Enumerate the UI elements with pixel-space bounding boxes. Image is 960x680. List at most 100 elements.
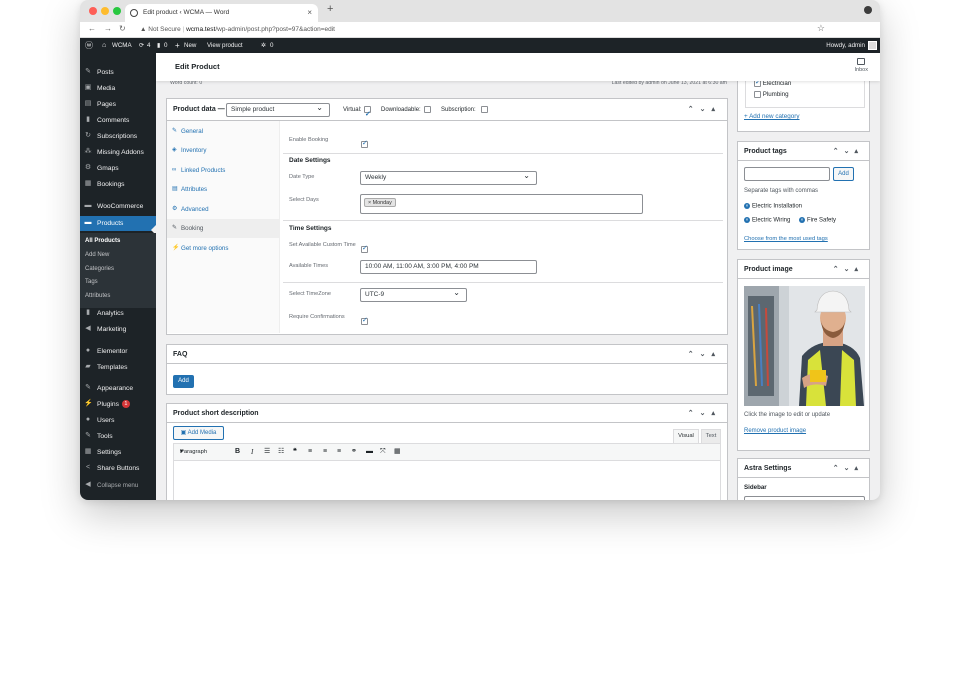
menu-share-buttons[interactable]: < Share Buttons	[80, 461, 156, 476]
short-description-editor[interactable]	[173, 461, 721, 500]
remove-tag-icon[interactable]: ×	[799, 217, 805, 223]
menu-subscriptions[interactable]: ↻ Subscriptions	[80, 129, 156, 144]
tab-linked-products[interactable]: ∞ Linked Products	[167, 161, 280, 180]
panel-controls[interactable]: ⌃⌄▴	[833, 142, 863, 161]
menu-media[interactable]: ▣ Media	[80, 81, 156, 96]
date-type-select[interactable]: Weekly	[360, 170, 537, 185]
howdy-user-link[interactable]: Howdy, admin	[826, 38, 865, 53]
require-confirm-checkbox[interactable]	[361, 313, 368, 331]
minimize-window-icon[interactable]	[101, 7, 109, 15]
downloadable-checkbox[interactable]	[424, 99, 431, 121]
remove-product-image-link[interactable]: Remove product image	[744, 428, 806, 434]
new-content-link[interactable]: New	[184, 38, 196, 53]
menu-settings[interactable]: ▦ Settings	[80, 445, 156, 460]
avatar[interactable]	[868, 41, 877, 50]
updates-icon[interactable]: ⟳	[139, 38, 144, 53]
text-tab[interactable]: Text	[701, 429, 721, 443]
back-arrow-icon[interactable]: ←	[88, 24, 96, 33]
align-left-icon[interactable]: ≡	[308, 444, 312, 460]
italic-icon[interactable]: I	[251, 444, 253, 460]
toolbar-toggle-icon[interactable]: ▦	[394, 444, 401, 460]
address-bar[interactable]: ▲ Not Secure | wcma.test/wp-admin/post.p…	[140, 23, 335, 36]
add-tag-button[interactable]: Add	[833, 167, 854, 181]
close-tab-icon[interactable]: ×	[307, 4, 312, 22]
select-days-field[interactable]: × Monday	[360, 194, 643, 214]
submenu-all-products[interactable]: All Products	[85, 238, 120, 244]
submenu-categories[interactable]: Categories	[85, 266, 114, 272]
menu-bookings[interactable]: ▦ Bookings	[80, 177, 156, 192]
panel-controls[interactable]: ⌃⌄▴	[833, 260, 863, 279]
category-plumbing[interactable]: Plumbing	[754, 91, 789, 98]
enable-booking-checkbox[interactable]	[361, 136, 368, 154]
selected-day-tag[interactable]: × Monday	[364, 198, 396, 207]
menu-analytics[interactable]: ▮ Analytics	[80, 306, 156, 321]
read-more-icon[interactable]: ▬	[366, 444, 373, 460]
tab-general[interactable]: ✎ General	[167, 122, 280, 141]
submenu-add-new[interactable]: Add New	[85, 252, 109, 258]
wordpress-logo-icon[interactable]: ⓦ	[85, 38, 93, 53]
visual-tab[interactable]: Visual	[673, 429, 699, 443]
menu-tools[interactable]: ✎ Tools	[80, 429, 156, 444]
tab-advanced[interactable]: ⚙ Advanced	[167, 200, 280, 219]
submenu-tags[interactable]: Tags	[85, 279, 98, 285]
menu-missing-addons[interactable]: ⁂ Missing Addons	[80, 145, 156, 160]
tab-get-more-options[interactable]: ⚡ Get more options	[167, 239, 280, 258]
maximize-window-icon[interactable]	[113, 7, 121, 15]
choose-most-used-tags-link[interactable]: Choose from the most used tags	[744, 236, 828, 242]
numbered-list-icon[interactable]: ☷	[278, 444, 284, 460]
panel-controls[interactable]: ⌃⌄▴	[688, 404, 721, 423]
menu-posts[interactable]: ✎ Posts	[80, 65, 156, 80]
menu-products[interactable]: ▬ Products	[80, 216, 156, 231]
menu-users[interactable]: ● Users	[80, 413, 156, 428]
tab-booking[interactable]: ✎ Booking	[167, 219, 280, 238]
view-product-link[interactable]: View product	[207, 38, 243, 53]
faq-add-button[interactable]: Add	[173, 375, 194, 388]
browser-tab[interactable]: Edit product ‹ WCMA — Word ×	[125, 4, 318, 22]
comments-icon[interactable]: ▮	[157, 38, 160, 53]
product-type-select[interactable]: Simple product	[226, 102, 330, 117]
menu-elementor[interactable]: ● Elementor	[80, 344, 156, 359]
timezone-select[interactable]: UTC-9	[360, 287, 467, 302]
align-right-icon[interactable]: ≡	[337, 444, 341, 460]
panel-controls[interactable]: ⌃⌄▴	[833, 459, 863, 478]
paragraph-select[interactable]: Paragraph ▾	[180, 444, 207, 460]
virtual-checkbox[interactable]	[364, 99, 371, 126]
collapse-menu-button[interactable]: ◀ Collapse menu	[80, 478, 156, 493]
new-tab-button[interactable]: +	[327, 3, 333, 15]
align-center-icon[interactable]: ≡	[323, 444, 327, 460]
menu-appearance[interactable]: ✎ Appearance	[80, 381, 156, 396]
available-times-input[interactable]: 10:00 AM, 11:00 AM, 3:00 PM, 4:00 PM	[360, 260, 537, 274]
submenu-attributes[interactable]: Attributes	[85, 293, 110, 299]
menu-pages[interactable]: ▤ Pages	[80, 97, 156, 112]
link-icon[interactable]: ⚭	[351, 444, 357, 460]
forward-arrow-icon[interactable]: →	[104, 24, 112, 33]
sync-icon[interactable]: ✲	[261, 38, 266, 53]
site-name-link[interactable]: WCMA	[112, 38, 132, 53]
browser-profile-icon[interactable]	[864, 6, 872, 14]
sidebar-setting-select[interactable]	[744, 496, 865, 500]
add-media-button[interactable]: ▣ Add Media	[173, 426, 224, 440]
reload-icon[interactable]: ↻	[119, 24, 126, 33]
menu-woocommerce[interactable]: ▬ WooCommerce	[80, 199, 156, 214]
add-new-category-link[interactable]: + Add new category	[744, 113, 800, 120]
tab-attributes[interactable]: ▤ Attributes	[167, 180, 280, 199]
tab-inventory[interactable]: ◈ Inventory	[167, 141, 280, 160]
menu-marketing[interactable]: ◀ Marketing	[80, 322, 156, 337]
menu-templates[interactable]: ▰ Templates	[80, 360, 156, 375]
inbox-button[interactable]: Inbox	[855, 58, 868, 73]
product-image[interactable]	[744, 286, 865, 406]
panel-controls[interactable]: ⌃⌄▴	[688, 345, 721, 364]
panel-controls[interactable]: ⌃⌄▴	[688, 99, 721, 121]
menu-gmaps[interactable]: ⚙ Gmaps	[80, 161, 156, 176]
bullet-list-icon[interactable]: ☰	[264, 444, 270, 460]
tag-input[interactable]	[744, 167, 830, 181]
custom-time-checkbox[interactable]	[361, 241, 368, 259]
bookmark-star-icon[interactable]: ☆	[817, 23, 825, 34]
blockquote-icon[interactable]: ❝	[293, 444, 297, 460]
subscription-checkbox[interactable]	[481, 99, 488, 121]
remove-tag-icon[interactable]: ×	[744, 217, 750, 223]
menu-comments[interactable]: ▮ Comments	[80, 113, 156, 128]
bold-icon[interactable]: B	[235, 444, 240, 460]
fullscreen-icon[interactable]: ⤧	[380, 444, 386, 460]
category-electrician[interactable]: Electrician	[754, 78, 791, 87]
